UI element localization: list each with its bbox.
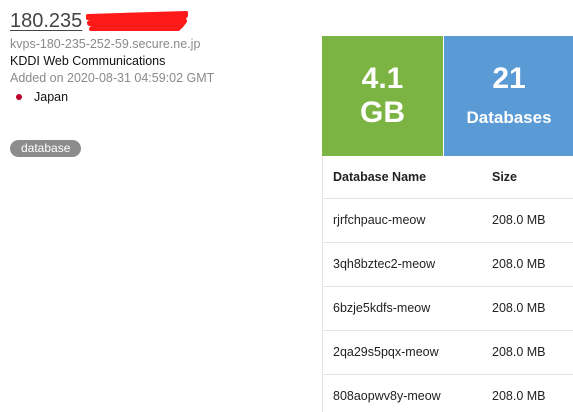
database-name: 3qh8bztec2-meow — [333, 257, 436, 271]
host-ip-link[interactable]: 180.235 — [10, 10, 82, 33]
column-header-size: Size — [492, 170, 518, 184]
database-size: 208.0 MB — [492, 345, 546, 359]
table-row: 6bzje5kdfs-meow 208.0 MB — [323, 287, 573, 331]
total-size-unit: GB — [360, 96, 405, 129]
database-count-value: 21 — [492, 62, 526, 95]
tag-database[interactable]: database — [10, 140, 82, 157]
table-row: 2qa29s5pqx-meow 208.0 MB — [323, 331, 573, 375]
redaction-scribble — [86, 11, 188, 31]
database-name: 2qa29s5pqx-meow — [333, 345, 439, 359]
country-row: Japan — [14, 90, 68, 104]
table-header-row: Database Name Size — [323, 157, 573, 199]
total-size-value: 4.1 — [361, 62, 404, 95]
total-size-box: 4.1 GB — [322, 36, 443, 156]
database-name: 6bzje5kdfs-meow — [333, 301, 431, 315]
table-row: rjrfchpauc-meow 208.0 MB — [323, 199, 573, 243]
country-label: Japan — [34, 90, 69, 104]
hostname: kvps-180-235-252-59.secure.ne.jp — [10, 37, 201, 51]
database-size: 208.0 MB — [492, 257, 546, 271]
database-size: 208.0 MB — [492, 213, 546, 227]
database-size: 208.0 MB — [492, 389, 546, 403]
organization: KDDI Web Communications — [10, 54, 166, 68]
japan-flag-icon — [14, 92, 24, 102]
column-header-name: Database Name — [333, 170, 427, 184]
table-row: 808aopwv8y-meow 208.0 MB — [323, 375, 573, 412]
database-size: 208.0 MB — [492, 301, 546, 315]
database-name: 808aopwv8y-meow — [333, 389, 441, 403]
added-timestamp: Added on 2020-08-31 04:59:02 GMT — [10, 71, 215, 85]
table-row: 3qh8bztec2-meow 208.0 MB — [323, 243, 573, 287]
database-count-label: Databases — [466, 108, 552, 127]
database-table: Database Name Size rjrfchpauc-meow 208.0… — [322, 157, 573, 412]
database-count-box: 21 Databases — [444, 36, 573, 156]
database-name: rjrfchpauc-meow — [333, 213, 426, 227]
host-detail-page: 180.235 kvps-180-235-252-59.secure.ne.jp… — [0, 0, 573, 412]
